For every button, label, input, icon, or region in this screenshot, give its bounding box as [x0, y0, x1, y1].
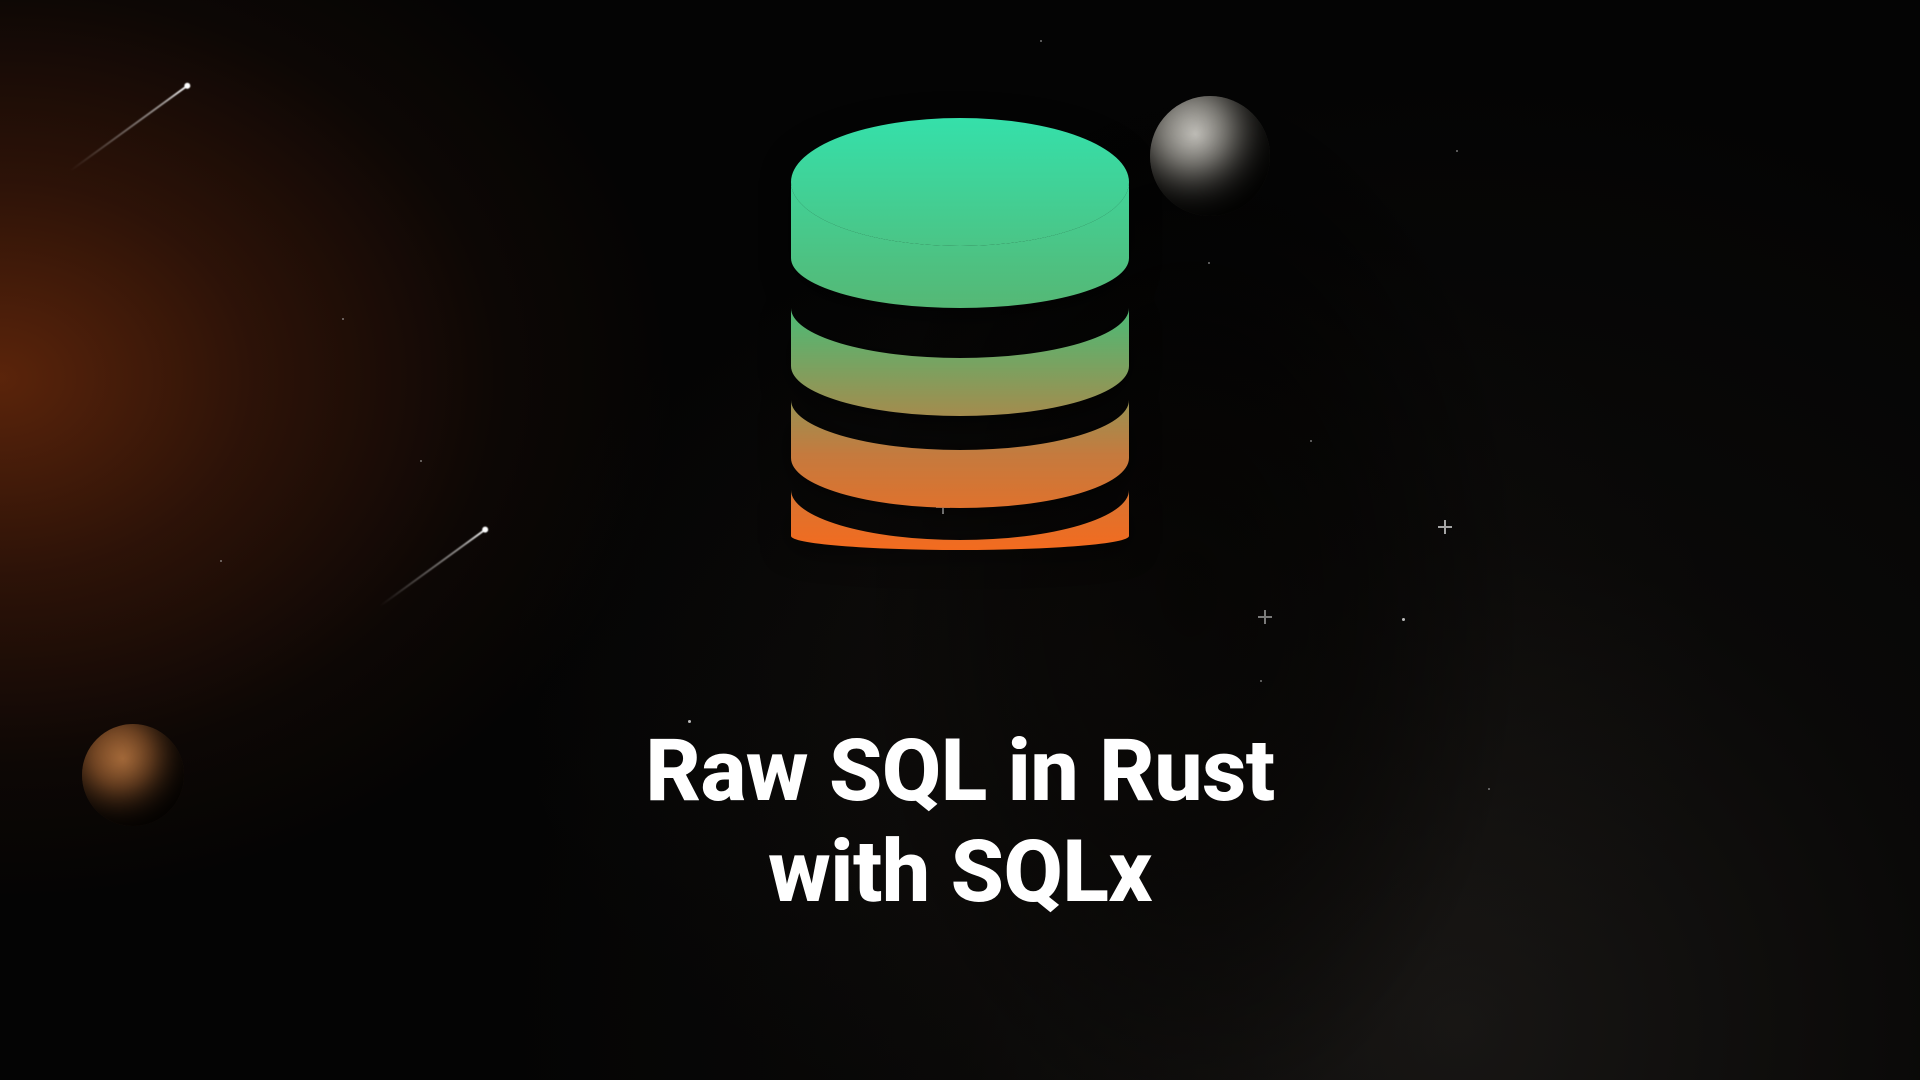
page-title: Raw SQL in Rust with SQLx	[0, 720, 1920, 923]
star-icon	[342, 318, 344, 320]
star-icon	[1456, 150, 1458, 152]
star-icon	[1040, 40, 1042, 42]
database-icon	[791, 118, 1129, 550]
sparkle-icon	[1438, 520, 1452, 534]
title-line-2: with SQLx	[0, 821, 1920, 922]
title-line-1: Raw SQL in Rust	[0, 720, 1920, 821]
planet-grey-icon	[1150, 96, 1270, 216]
sparkle-icon	[1258, 610, 1272, 624]
star-icon	[1208, 262, 1210, 264]
star-icon	[1260, 680, 1262, 682]
star-icon	[1402, 618, 1405, 621]
star-icon	[1310, 440, 1312, 442]
star-icon	[420, 460, 422, 462]
star-icon	[220, 560, 222, 562]
